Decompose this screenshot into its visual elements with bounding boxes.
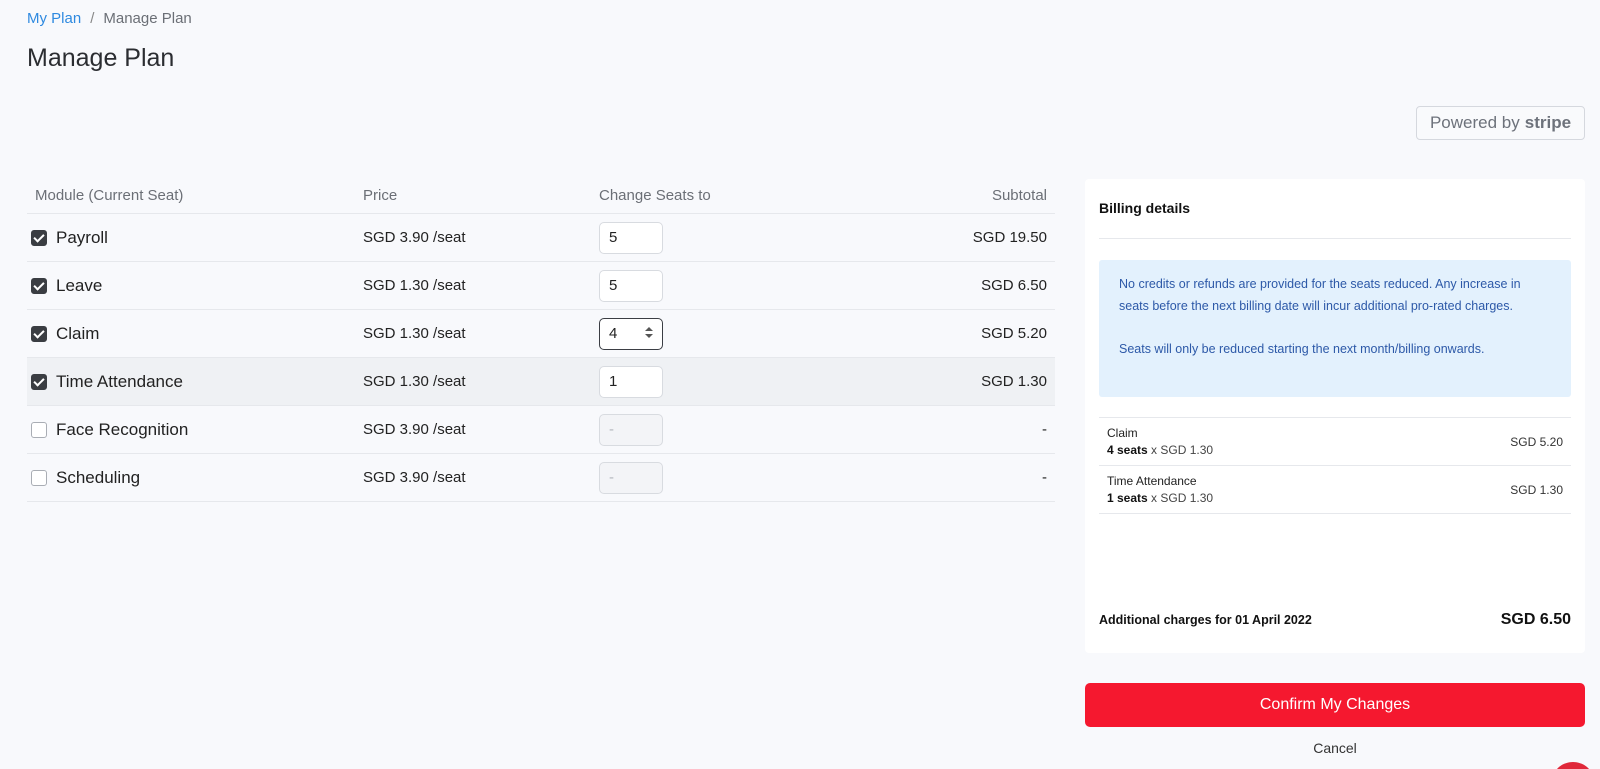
list-item: Claim 4 seats x SGD 1.30 SGD 5.20 xyxy=(1099,418,1571,466)
spinner-arrows-icon[interactable] xyxy=(645,326,653,341)
billing-total: Additional charges for 01 April 2022 SGD… xyxy=(1099,611,1571,629)
line-item-name: Claim xyxy=(1107,426,1138,440)
header-module: Module (Current Seat) xyxy=(35,187,184,204)
line-item-seats: 4 seats xyxy=(1107,443,1148,457)
total-label: Additional charges for 01 April 2022 xyxy=(1099,613,1312,627)
module-checkbox-leave[interactable] xyxy=(31,277,47,294)
line-item-amount: SGD 1.30 xyxy=(1510,482,1563,497)
module-subtotal: SGD 5.20 xyxy=(981,325,1047,342)
total-amount: SGD 6.50 xyxy=(1500,611,1571,628)
module-subtotal: SGD 1.30 xyxy=(981,373,1047,390)
module-subtotal: SGD 19.50 xyxy=(972,229,1047,246)
seats-input-scheduling: - xyxy=(599,461,663,494)
module-name: Face Recognition xyxy=(56,419,189,439)
module-price: SGD 3.90 /seat xyxy=(363,229,466,246)
notice-text: Seats will only be reduced starting the … xyxy=(1119,341,1485,356)
stripe-badge-prefix: Powered by xyxy=(1429,113,1520,132)
seats-input-value: 4 xyxy=(609,325,618,342)
confirm-changes-button[interactable]: Confirm My Changes xyxy=(1085,683,1585,727)
notice-text: No credits or refunds are provided for t… xyxy=(1119,277,1521,313)
table-row: Claim SGD 1.30 /seat 4 SGD 5.20 xyxy=(27,310,1055,358)
module-price: SGD 3.90 /seat xyxy=(363,421,466,438)
billing-panel: Billing details No credits or refunds ar… xyxy=(1085,179,1585,653)
table-row: Leave SGD 1.30 /seat 5 SGD 6.50 xyxy=(27,262,1055,310)
table-row: Payroll SGD 3.90 /seat 5 SGD 19.50 xyxy=(27,214,1055,262)
module-name: Time Attendance xyxy=(56,371,183,391)
seats-input-claim[interactable]: 4 xyxy=(599,317,663,350)
breadcrumb-current: Manage Plan xyxy=(103,10,192,27)
stripe-badge: Powered by stripe xyxy=(1416,106,1585,140)
header-price: Price xyxy=(363,187,398,204)
cancel-link[interactable]: Cancel xyxy=(1085,740,1585,756)
module-subtotal: - xyxy=(1042,469,1047,486)
module-checkbox-face-recognition[interactable] xyxy=(31,421,47,438)
line-item-rate: x SGD 1.30 xyxy=(1151,443,1214,457)
breadcrumb: My Plan / Manage Plan xyxy=(27,10,192,27)
line-item-seats: 1 seats xyxy=(1107,491,1148,505)
line-item-amount: SGD 5.20 xyxy=(1510,434,1563,449)
header-subtotal: Subtotal xyxy=(991,187,1047,204)
billing-notice: No credits or refunds are provided for t… xyxy=(1099,260,1571,397)
seats-input-face-recognition: - xyxy=(599,413,663,446)
module-checkbox-time-attendance[interactable] xyxy=(31,373,47,390)
line-item-rate: x SGD 1.30 xyxy=(1151,491,1214,505)
breadcrumb-link-my-plan[interactable]: My Plan xyxy=(27,10,81,27)
list-item: Time Attendance 1 seats x SGD 1.30 SGD 1… xyxy=(1099,466,1571,514)
table-row: Scheduling SGD 3.90 /seat - - xyxy=(27,454,1055,502)
header-seats: Change Seats to xyxy=(599,187,711,204)
stripe-logo: stripe xyxy=(1524,113,1572,132)
module-name: Leave xyxy=(56,275,103,295)
help-chat-button[interactable] xyxy=(1551,762,1595,769)
breadcrumb-separator: / xyxy=(90,10,95,27)
billing-line-items: Claim 4 seats x SGD 1.30 SGD 5.20 Time A… xyxy=(1099,417,1571,514)
table-row: Time Attendance SGD 1.30 /seat 1 SGD 1.3… xyxy=(27,358,1055,406)
seats-table: Module (Current Seat) Price Change Seats… xyxy=(27,178,1055,502)
module-subtotal: SGD 6.50 xyxy=(981,277,1047,294)
module-checkbox-claim[interactable] xyxy=(31,325,47,342)
seats-input-payroll[interactable]: 5 xyxy=(599,221,663,254)
module-price: SGD 1.30 /seat xyxy=(363,373,466,390)
table-row: Face Recognition SGD 3.90 /seat - - xyxy=(27,406,1055,454)
module-name: Claim xyxy=(56,323,100,343)
table-header: Module (Current Seat) Price Change Seats… xyxy=(27,178,1055,214)
seats-input-leave[interactable]: 5 xyxy=(599,269,663,302)
module-subtotal: - xyxy=(1042,421,1047,438)
module-price: SGD 1.30 /seat xyxy=(363,277,466,294)
module-price: SGD 3.90 /seat xyxy=(363,469,466,486)
module-name: Scheduling xyxy=(56,467,141,487)
module-name: Payroll xyxy=(56,227,108,247)
billing-title: Billing details xyxy=(1099,200,1191,216)
module-price: SGD 1.30 /seat xyxy=(363,325,466,342)
page-title: Manage Plan xyxy=(27,44,175,72)
line-item-name: Time Attendance xyxy=(1107,474,1197,488)
seats-input-time-attendance[interactable]: 1 xyxy=(599,365,663,398)
module-checkbox-payroll[interactable] xyxy=(31,229,47,246)
module-checkbox-scheduling[interactable] xyxy=(31,469,47,486)
billing-divider xyxy=(1099,238,1571,239)
